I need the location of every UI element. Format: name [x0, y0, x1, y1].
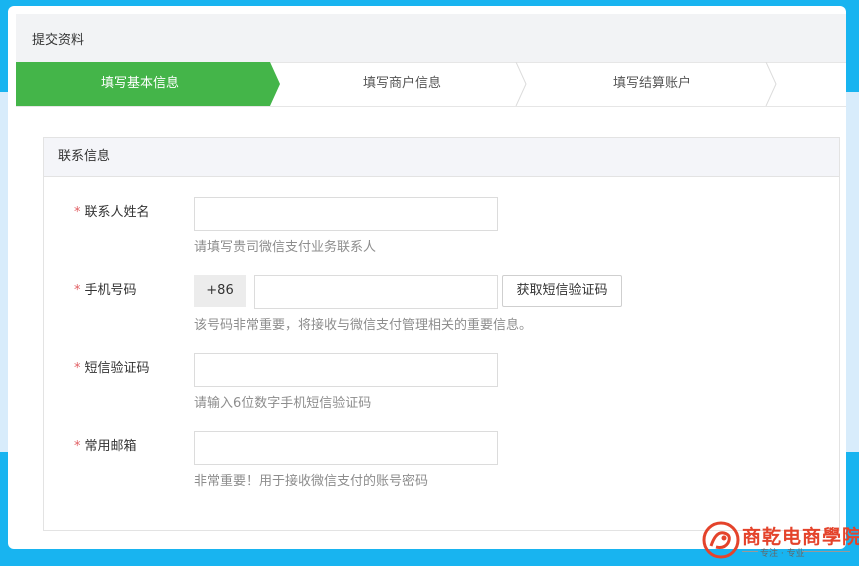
phone-label: * 手机号码 — [74, 283, 137, 298]
required-mark: * — [74, 283, 81, 298]
sms-code-hint: 请输入6位数字手机短信验证码 — [194, 396, 372, 411]
page-title: 提交资料 — [32, 33, 85, 48]
phone-input[interactable] — [254, 275, 498, 309]
watermark-rule — [742, 551, 758, 552]
step-settlement-account-label: 填写结算账户 — [612, 76, 691, 91]
app-window: 提交资料 填写基本信息 填写商户信息 填写结算账户 联系信息 * 联系人姓名 请填… — [8, 6, 846, 549]
step-settlement-account[interactable]: 填写结算账户 — [532, 62, 772, 106]
step-basic-info[interactable]: 填写基本信息 — [16, 62, 264, 106]
watermark-slogan: 专注 · 专业 — [760, 549, 805, 559]
required-mark: * — [74, 361, 81, 376]
step-separator-icon — [515, 62, 527, 106]
contact-name-label: * 联系人姓名 — [74, 205, 150, 220]
step-basic-info-label: 填写基本信息 — [100, 76, 179, 91]
step-separator-icon — [765, 62, 777, 106]
required-mark: * — [74, 439, 81, 454]
sms-code-input[interactable] — [194, 353, 498, 387]
email-label: * 常用邮箱 — [74, 439, 137, 454]
email-input[interactable] — [194, 431, 498, 465]
contact-name-hint: 请填写贵司微信支付业务联系人 — [194, 240, 377, 255]
step-progress-bar: 填写基本信息 填写商户信息 填写结算账户 — [16, 62, 846, 107]
page-header: 提交资料 — [16, 14, 846, 63]
watermark-name: 商乾电商學院 — [742, 526, 859, 548]
step-active-arrow-icon — [264, 62, 280, 106]
watermark-logo: 商乾电商學院 专注 · 专业 — [702, 520, 859, 560]
email-hint: 非常重要！用于接收微信支付的账号密码 — [194, 474, 429, 489]
watermark-rule — [802, 551, 850, 552]
step-merchant-info-label: 填写商户信息 — [362, 76, 441, 91]
dragon-logo-icon — [702, 521, 740, 559]
step-merchant-info[interactable]: 填写商户信息 — [282, 62, 522, 106]
phone-hint: 该号码非常重要，将接收与微信支付管理相关的重要信息。 — [194, 318, 533, 333]
contact-name-input[interactable] — [194, 197, 498, 231]
country-code-prefix: +86 — [194, 275, 246, 307]
section-title: 联系信息 — [44, 138, 839, 177]
sms-code-label: * 短信验证码 — [74, 361, 150, 376]
get-sms-code-button[interactable]: 获取短信验证码 — [502, 275, 622, 307]
required-mark: * — [74, 205, 81, 220]
